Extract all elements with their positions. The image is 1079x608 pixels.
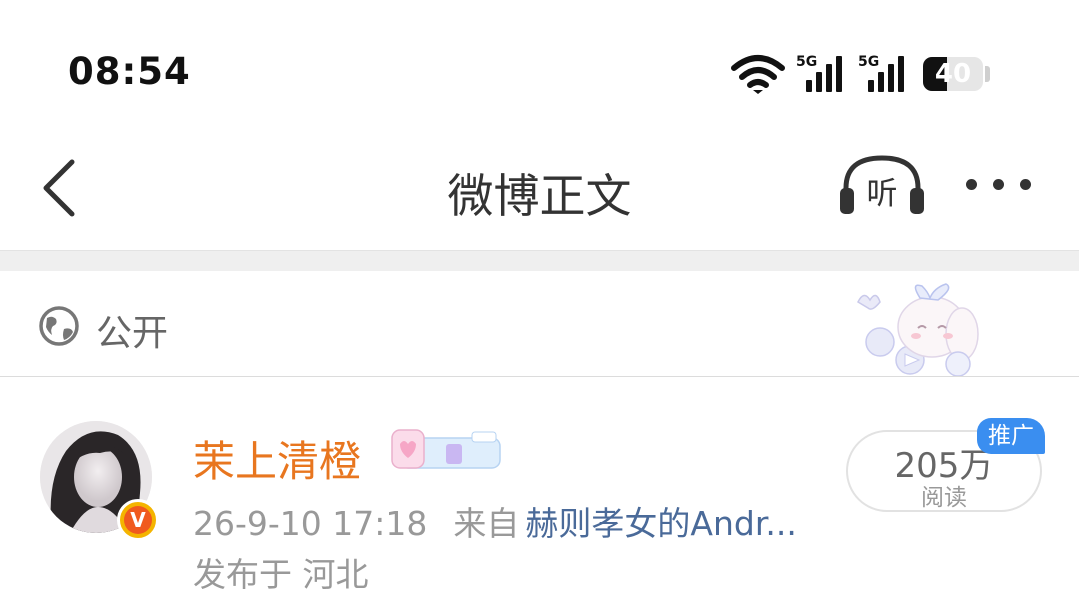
verified-badge: V — [117, 499, 159, 541]
cellular-signal-icon: 5G — [858, 54, 910, 94]
source-link[interactable]: 赫则孝女的Andr... — [525, 504, 796, 543]
read-count-label: 阅读 — [921, 485, 967, 511]
more-button[interactable] — [962, 172, 1034, 198]
post-meta: 26-9-10 17:18 来自 赫则孝女的Andr... — [193, 497, 797, 545]
row-divider — [0, 376, 1079, 377]
network-type-label: 5G — [796, 54, 818, 70]
listen-button[interactable]: 听 — [836, 152, 928, 218]
more-dot — [993, 179, 1004, 190]
wifi-icon — [731, 55, 785, 94]
post-location: 发布于 河北 — [193, 555, 369, 594]
source-prefix: 来自 — [453, 504, 520, 543]
section-divider — [0, 250, 1079, 271]
listen-label: 听 — [867, 176, 898, 212]
more-dot — [966, 179, 977, 190]
more-dot — [1020, 179, 1031, 190]
battery-tip — [985, 66, 990, 82]
visibility-label[interactable]: 公开 — [96, 304, 168, 356]
promo-badge: 推广 — [977, 418, 1045, 454]
battery-icon: 40 — [923, 57, 983, 91]
author-name[interactable]: 茉上清橙 — [193, 428, 361, 489]
status-time: 08:54 — [68, 50, 191, 93]
verified-badge-label: V — [124, 506, 152, 534]
decorative-sticker-icon — [857, 283, 979, 377]
post-timestamp: 26-9-10 17:18 — [193, 504, 428, 543]
battery-level: 40 — [934, 59, 972, 89]
member-medal-icon[interactable] — [382, 424, 504, 474]
globe-icon — [39, 306, 79, 346]
network-type-label: 5G — [858, 54, 880, 70]
cellular-signal-icon: 5G — [796, 54, 848, 94]
headphones-icon: 听 — [840, 155, 924, 214]
